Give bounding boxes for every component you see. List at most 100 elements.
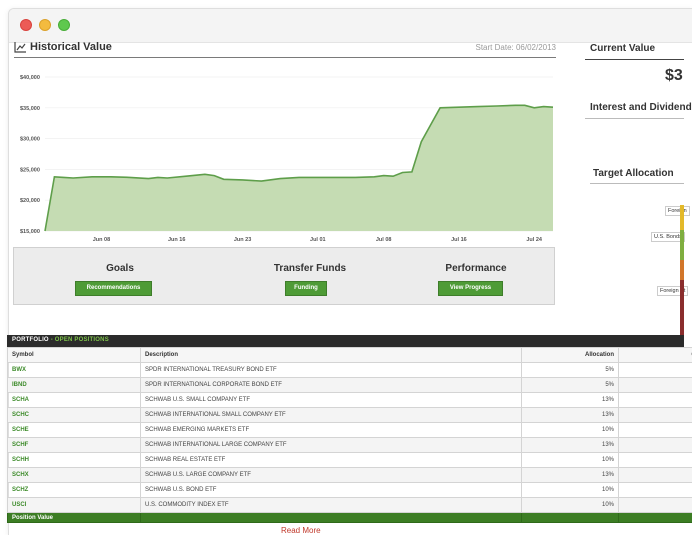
table-row[interactable]: BWX SPDR INTERNATIONAL TREASURY BOND ETF 5… (7, 362, 692, 378)
position-value-row: Position Value (7, 512, 692, 523)
description-cell: SCHWAB INTERNATIONAL LARGE COMPANY ETF (140, 437, 522, 453)
table-row[interactable]: SCHE SCHWAB EMERGING MARKETS ETF 10% (7, 422, 692, 438)
performance-action: Performance View Progress (416, 248, 536, 306)
current-value-title: Current Value (590, 43, 656, 54)
transfer-funds-action: Transfer Funds Funding (250, 248, 370, 306)
y-tick-label: $15,000 (20, 229, 40, 235)
recommendations-button[interactable]: Recommendations (75, 281, 152, 296)
table-row[interactable]: SCHX SCHWAB U.S. LARGE COMPANY ETF 13% (7, 467, 692, 483)
description-cell: SCHWAB EMERGING MARKETS ETF (140, 422, 522, 438)
current-value-amount: $3 (665, 67, 683, 84)
allocation-cell: 13% (521, 407, 619, 423)
current-value-divider (585, 59, 684, 60)
x-tick-label: Jun 08 (93, 237, 110, 243)
quantity-cell (618, 407, 692, 423)
y-tick-label: $20,000 (20, 198, 40, 204)
portfolio-subtitle: - OPEN POSITIONS (50, 337, 109, 343)
goals-action: Goals Recommendations (60, 248, 180, 306)
table-row[interactable]: SCHC SCHWAB INTERNATIONAL SMALL COMPANY E… (7, 407, 692, 423)
x-tick-label: Jun 23 (234, 237, 251, 243)
performance-title: Performance (445, 263, 507, 274)
read-more-link[interactable]: Read More (281, 526, 321, 535)
goals-title: Goals (106, 263, 134, 274)
column-header-quantity[interactable]: Qua (618, 347, 692, 363)
allocation-cell: 13% (521, 437, 619, 453)
allocation-pie-chart (680, 205, 684, 335)
description-cell: SPDR INTERNATIONAL CORPORATE BOND ETF (140, 377, 522, 393)
symbol-cell[interactable]: SCHE (7, 422, 141, 438)
allocation-cell: 10% (521, 422, 619, 438)
symbol-cell[interactable]: USCI (7, 497, 141, 513)
position-value-cell (140, 512, 522, 523)
portfolio-header-bar: PORTFOLIO - OPEN POSITIONS (7, 335, 684, 347)
quantity-cell (618, 497, 692, 513)
x-tick-label: Jul 08 (376, 237, 392, 243)
target-allocation-title: Target Allocation (593, 168, 674, 179)
allocation-cell: 10% (521, 452, 619, 468)
quantity-cell: 95. (618, 392, 692, 408)
allocation-cell: 13% (521, 392, 619, 408)
quantity-cell (618, 467, 692, 483)
historical-value-chart: $40,000 $35,000 $30,000 $25,000 $20,000 $15,0… (20, 75, 554, 243)
symbol-cell[interactable]: SCHZ (7, 482, 141, 498)
view-progress-button[interactable]: View Progress (438, 281, 503, 296)
position-value-cell (521, 512, 619, 523)
y-tick-label: $35,000 (20, 106, 40, 112)
x-tick-label: Jul 24 (526, 237, 543, 243)
allocation-cell: 10% (521, 482, 619, 498)
table-row[interactable]: SCHH SCHWAB REAL ESTATE ETF 10% (7, 452, 692, 468)
x-tick-label: Jun 16 (168, 237, 185, 243)
table-row[interactable]: USCI U.S. COMMODITY INDEX ETF 10% (7, 497, 692, 513)
allocation-cell: 5% (521, 362, 619, 378)
allocation-cell: 5% (521, 377, 619, 393)
interest-divider (585, 118, 684, 119)
start-date-label: Start Date: 06/02/2013 (475, 43, 557, 52)
allocation-cell: 10% (521, 497, 619, 513)
description-cell: U.S. COMMODITY INDEX ETF (140, 497, 522, 513)
symbol-cell[interactable]: SCHF (7, 437, 141, 453)
symbol-cell[interactable]: SCHH (7, 452, 141, 468)
close-window-button[interactable] (20, 19, 32, 31)
allocation-cell: 13% (521, 467, 619, 483)
funding-button[interactable]: Funding (285, 281, 327, 296)
historical-value-title: Historical Value (30, 41, 112, 53)
quantity-cell (618, 437, 692, 453)
y-tick-label: $25,000 (20, 167, 40, 173)
table-row[interactable]: SCHASCHWAB U.S. SMALL COMPANY ETF13%95. (7, 392, 692, 408)
quick-actions-panel: Goals Recommendations Transfer Funds Fun… (13, 247, 555, 305)
description-cell: SCHWAB INTERNATIONAL SMALL COMPANY ETF (140, 407, 522, 423)
area-fill (45, 105, 553, 231)
target-allocation-divider (590, 183, 684, 184)
position-value-label: Position Value (7, 512, 141, 523)
quantity-cell (618, 422, 692, 438)
column-header-symbol[interactable]: Symbol (7, 347, 141, 363)
quantity-cell (618, 362, 692, 378)
symbol-cell[interactable]: SCHA (7, 392, 141, 408)
historical-value-header: Historical Value Start Date: 06/02/2013 (14, 40, 556, 58)
quantity-cell (618, 482, 692, 498)
position-value-cell (618, 512, 692, 523)
table-header-row: Symbol Description Allocation Qua (7, 347, 692, 363)
allocation-label-foreign: Foreign (665, 206, 690, 216)
x-tick-label: Jul 01 (310, 237, 326, 243)
symbol-cell[interactable]: IBND (7, 377, 141, 393)
portfolio-title: PORTFOLIO (12, 337, 49, 343)
symbol-cell[interactable]: SCHC (7, 407, 141, 423)
symbol-cell[interactable]: BWX (7, 362, 141, 378)
column-header-description[interactable]: Description (140, 347, 522, 363)
zoom-window-button[interactable] (58, 19, 70, 31)
y-tick-label: $40,000 (20, 75, 40, 81)
table-row[interactable]: SCHF SCHWAB INTERNATIONAL LARGE COMPANY E… (7, 437, 692, 453)
positions-table: Symbol Description Allocation Qua BWXSPD… (7, 347, 692, 523)
table-row[interactable]: SCHZ SCHWAB U.S. BOND ETF 10% (7, 482, 692, 498)
title-bar (9, 9, 692, 43)
table-row[interactable]: IBND SPDR INTERNATIONAL CORPORATE BOND ET… (7, 377, 692, 393)
symbol-cell[interactable]: SCHX (7, 467, 141, 483)
quantity-cell (618, 452, 692, 468)
column-header-allocation[interactable]: Allocation (521, 347, 619, 363)
description-cell: SCHWAB U.S. BOND ETF (140, 482, 522, 498)
x-tick-label: Jul 16 (451, 237, 467, 243)
minimize-window-button[interactable] (39, 19, 51, 31)
y-tick-label: $30,000 (20, 137, 40, 143)
description-cell: SCHWAB U.S. LARGE COMPANY ETF (140, 467, 522, 483)
